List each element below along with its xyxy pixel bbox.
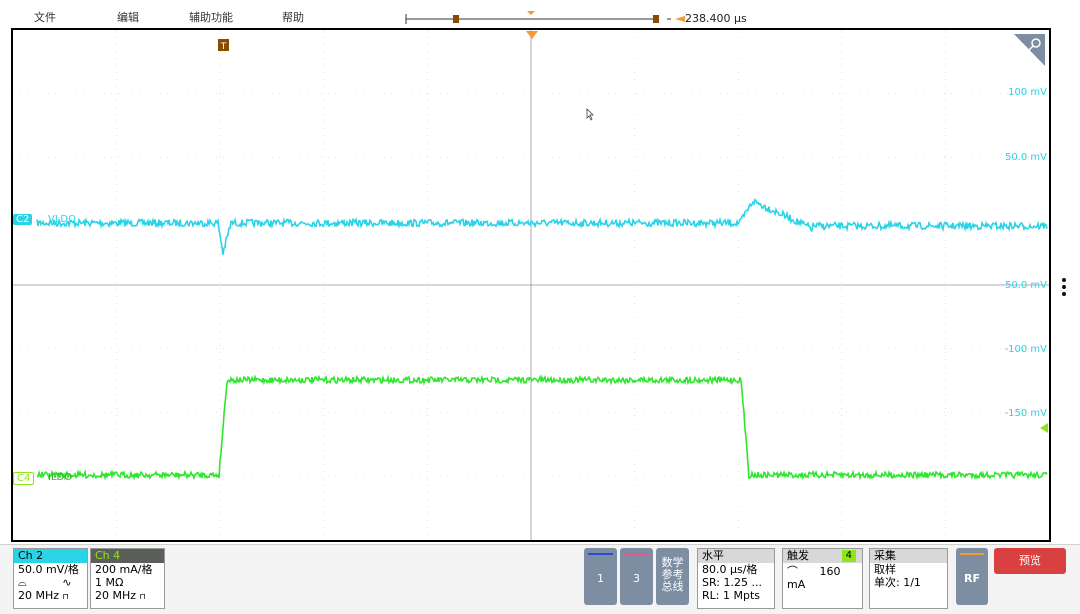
acquire-title: 采集 xyxy=(870,549,947,563)
ch2-coupling-row: ⌓ ∿ xyxy=(14,576,87,589)
more-options-icon[interactable] xyxy=(1062,278,1066,299)
horizontal-delay-readout: 238.400 µs xyxy=(685,12,747,25)
bw-limit-icon: ⊓ xyxy=(139,592,146,601)
expansion-point-icon xyxy=(527,11,535,15)
trigger-level-icon xyxy=(1040,423,1048,433)
center-position-icon xyxy=(526,31,538,39)
y-label-minus50: -50.0 mV xyxy=(1001,280,1047,291)
ch4-waveform xyxy=(36,374,1048,482)
channel-4-tag[interactable]: C4 xyxy=(13,472,35,485)
ch2-badge-title: Ch 2 xyxy=(14,549,87,563)
trigger-source: 4 xyxy=(841,550,856,562)
math-ref-bus-button[interactable]: 数学 参考 总线 xyxy=(656,548,689,605)
channel-3-button[interactable]: 3 xyxy=(620,548,653,605)
ch2-badge[interactable]: Ch 2 50.0 mV/格 ⌓ ∿ 20 MHz ⊓ xyxy=(13,548,88,609)
trigger-position-marker-icon xyxy=(453,15,459,23)
svg-text:T: T xyxy=(220,42,227,52)
channel-2-name: VLDO xyxy=(48,214,76,225)
ch4-bandwidth: 20 MHz ⊓ xyxy=(95,589,146,602)
horizontal-scale: 80.0 µs/格 xyxy=(702,563,758,576)
waveform-graticule: T xyxy=(13,30,1049,540)
ch4-badge[interactable]: Ch 4 200 mA/格 1 MΩ 20 MHz ⊓ xyxy=(90,548,165,609)
channel-2-tag[interactable]: C2 xyxy=(13,214,33,225)
trigger-title: 触发 4 xyxy=(783,549,862,563)
preview-button[interactable]: 预览 xyxy=(994,548,1066,574)
acquire-single: 单次: 1/1 xyxy=(874,576,921,589)
inverted-icon: ∿ xyxy=(62,576,72,589)
y-label-50: 50.0 mV xyxy=(1004,152,1047,163)
sample-rate: SR: 1.25 ... xyxy=(702,576,762,589)
channel-1-button[interactable]: 1 xyxy=(584,548,617,605)
y-label-minus150: -150 mV xyxy=(1004,408,1047,419)
trigger-level-row: ⌒ 160 mA xyxy=(787,565,841,591)
horizontal-badge[interactable]: 水平 80.0 µs/格 SR: 1.25 ... RL: 1 Mpts xyxy=(697,548,775,609)
trigger-badge[interactable]: 触发 4 ⌒ 160 mA xyxy=(782,548,863,609)
ch4-impedance: 1 MΩ xyxy=(95,576,124,589)
ch4-badge-title: Ch 4 xyxy=(91,549,164,563)
menu-utility[interactable]: 辅助功能 xyxy=(189,9,233,25)
menu-file[interactable]: 文件 xyxy=(34,9,56,25)
rising-edge-icon: ⌒ xyxy=(787,565,798,578)
delay-arrow-icon xyxy=(675,16,685,22)
acquire-mode: 取样 xyxy=(874,563,896,576)
menu-help[interactable]: 帮助 xyxy=(282,9,304,25)
channel-4-name: ILDO xyxy=(48,472,73,483)
menu-bar: 文件 编辑 辅助功能 帮助 238.400 µs xyxy=(0,0,1080,27)
record-length: RL: 1 Mpts xyxy=(702,589,760,602)
ch4-scale: 200 mA/格 xyxy=(95,563,153,576)
settings-bar: Ch 2 50.0 mV/格 ⌓ ∿ 20 MHz ⊓ Ch 4 200 mA/… xyxy=(0,544,1080,614)
waveform-display[interactable]: T 100 mV 50.0 mV -50.0 mV -100 mV -150 m… xyxy=(11,28,1051,542)
trigger-t-marker-icon: T xyxy=(218,39,229,52)
rf-button[interactable]: RF xyxy=(956,548,988,605)
dc-coupling-icon: ⌓ xyxy=(18,576,27,589)
y-label-minus100: -100 mV xyxy=(1004,344,1047,355)
ch2-scale: 50.0 mV/格 xyxy=(18,563,79,576)
ch2-bandwidth: 20 MHz ⊓ xyxy=(18,589,69,602)
menu-edit[interactable]: 编辑 xyxy=(117,9,139,25)
ch2-waveform xyxy=(36,198,1048,255)
zoom-icon xyxy=(1014,34,1045,66)
bw-limit-icon: ⊓ xyxy=(62,592,69,601)
record-view-bar[interactable] xyxy=(405,11,675,25)
acquire-badge[interactable]: 采集 取样 单次: 1/1 xyxy=(869,548,948,609)
y-label-100: 100 mV xyxy=(1008,87,1047,98)
view-end-marker-icon xyxy=(653,15,659,23)
mouse-pointer-icon xyxy=(586,108,594,121)
horizontal-title: 水平 xyxy=(698,549,774,563)
